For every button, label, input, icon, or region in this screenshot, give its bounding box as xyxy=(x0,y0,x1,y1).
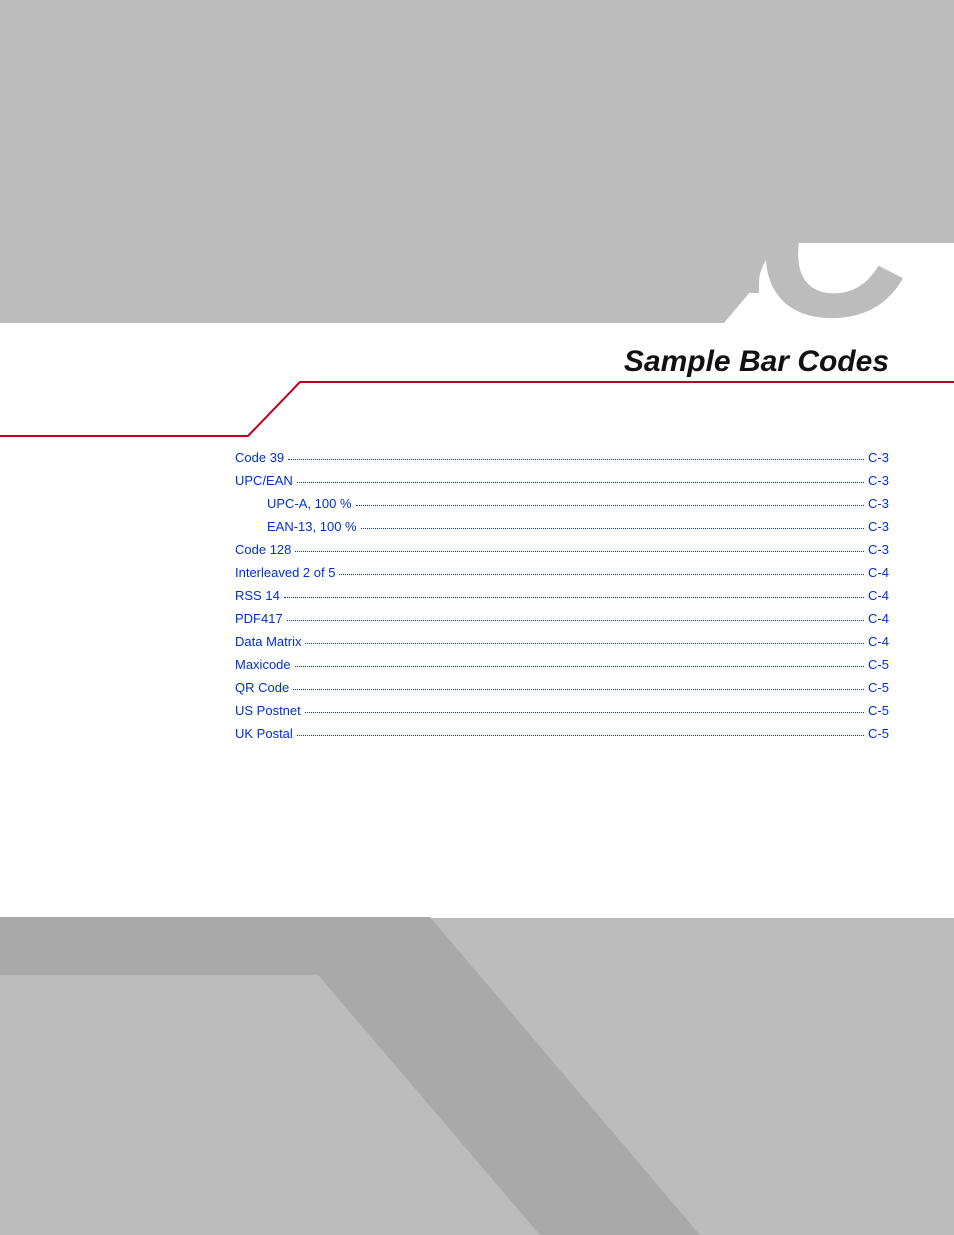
toc-entry[interactable]: US Postnet C-5 xyxy=(235,703,889,718)
toc-entry[interactable]: UPC/EAN C-3 xyxy=(235,473,889,488)
toc-leader-dots xyxy=(356,505,865,506)
footer-wedge xyxy=(0,905,954,1235)
toc-entry[interactable]: Code 39 C-3 xyxy=(235,450,889,465)
toc-leader-dots xyxy=(297,482,864,483)
toc-entry[interactable]: Data Matrix C-4 xyxy=(235,634,889,649)
toc-page: C-5 xyxy=(868,657,889,672)
toc-leader-dots xyxy=(305,643,864,644)
toc-entry[interactable]: EAN-13, 100 % C-3 xyxy=(235,519,889,534)
toc-label: Maxicode xyxy=(235,657,291,672)
toc-leader-dots xyxy=(295,551,864,552)
toc-page: C-4 xyxy=(868,565,889,580)
toc-page: C-3 xyxy=(868,473,889,488)
toc-page: C-5 xyxy=(868,680,889,695)
toc-label: QR Code xyxy=(235,680,289,695)
document-page: C Sample Bar Codes Code 39C-3UPC/EANC-3U… xyxy=(0,0,954,1235)
toc-label: Code 128 xyxy=(235,542,291,557)
toc-page: C-3 xyxy=(868,450,889,465)
toc-label: UPC/EAN xyxy=(235,473,293,488)
toc-entry[interactable]: RSS 14 C-4 xyxy=(235,588,889,603)
toc-leader-dots xyxy=(295,666,864,667)
toc-page: C-4 xyxy=(868,588,889,603)
toc-page: C-4 xyxy=(868,634,889,649)
toc-leader-dots xyxy=(293,689,864,690)
toc-entry[interactable]: Interleaved 2 of 5 C-4 xyxy=(235,565,889,580)
toc-page: C-3 xyxy=(868,496,889,511)
toc-label: EAN-13, 100 % xyxy=(267,519,357,534)
toc-page: C-5 xyxy=(868,726,889,741)
toc-page: C-5 xyxy=(868,703,889,718)
toc-entry[interactable]: Code 128 C-3 xyxy=(235,542,889,557)
toc-page: C-4 xyxy=(868,611,889,626)
toc-label: Interleaved 2 of 5 xyxy=(235,565,335,580)
toc-page: C-3 xyxy=(868,542,889,557)
toc-entry[interactable]: PDF417 C-4 xyxy=(235,611,889,626)
toc-entry[interactable]: QR Code C-5 xyxy=(235,680,889,695)
toc-label: Data Matrix xyxy=(235,634,301,649)
toc-label: Code 39 xyxy=(235,450,284,465)
toc-leader-dots xyxy=(339,574,864,575)
toc-label: UPC-A, 100 % xyxy=(267,496,352,511)
toc-label: US Postnet xyxy=(235,703,301,718)
appendix-letter: C xyxy=(755,130,914,350)
toc-leader-dots xyxy=(305,712,864,713)
toc-leader-dots xyxy=(284,597,864,598)
table-of-contents: Code 39C-3UPC/EANC-3UPC-A, 100 %C-3EAN-1… xyxy=(235,450,889,749)
toc-page: C-3 xyxy=(868,519,889,534)
toc-leader-dots xyxy=(287,620,864,621)
toc-label: RSS 14 xyxy=(235,588,280,603)
toc-leader-dots xyxy=(361,528,864,529)
toc-leader-dots xyxy=(297,735,864,736)
toc-leader-dots xyxy=(288,459,864,460)
toc-entry[interactable]: UK Postal C-5 xyxy=(235,726,889,741)
toc-label: PDF417 xyxy=(235,611,283,626)
toc-label: UK Postal xyxy=(235,726,293,741)
toc-entry[interactable]: UPC-A, 100 % C-3 xyxy=(235,496,889,511)
toc-entry[interactable]: Maxicode C-5 xyxy=(235,657,889,672)
